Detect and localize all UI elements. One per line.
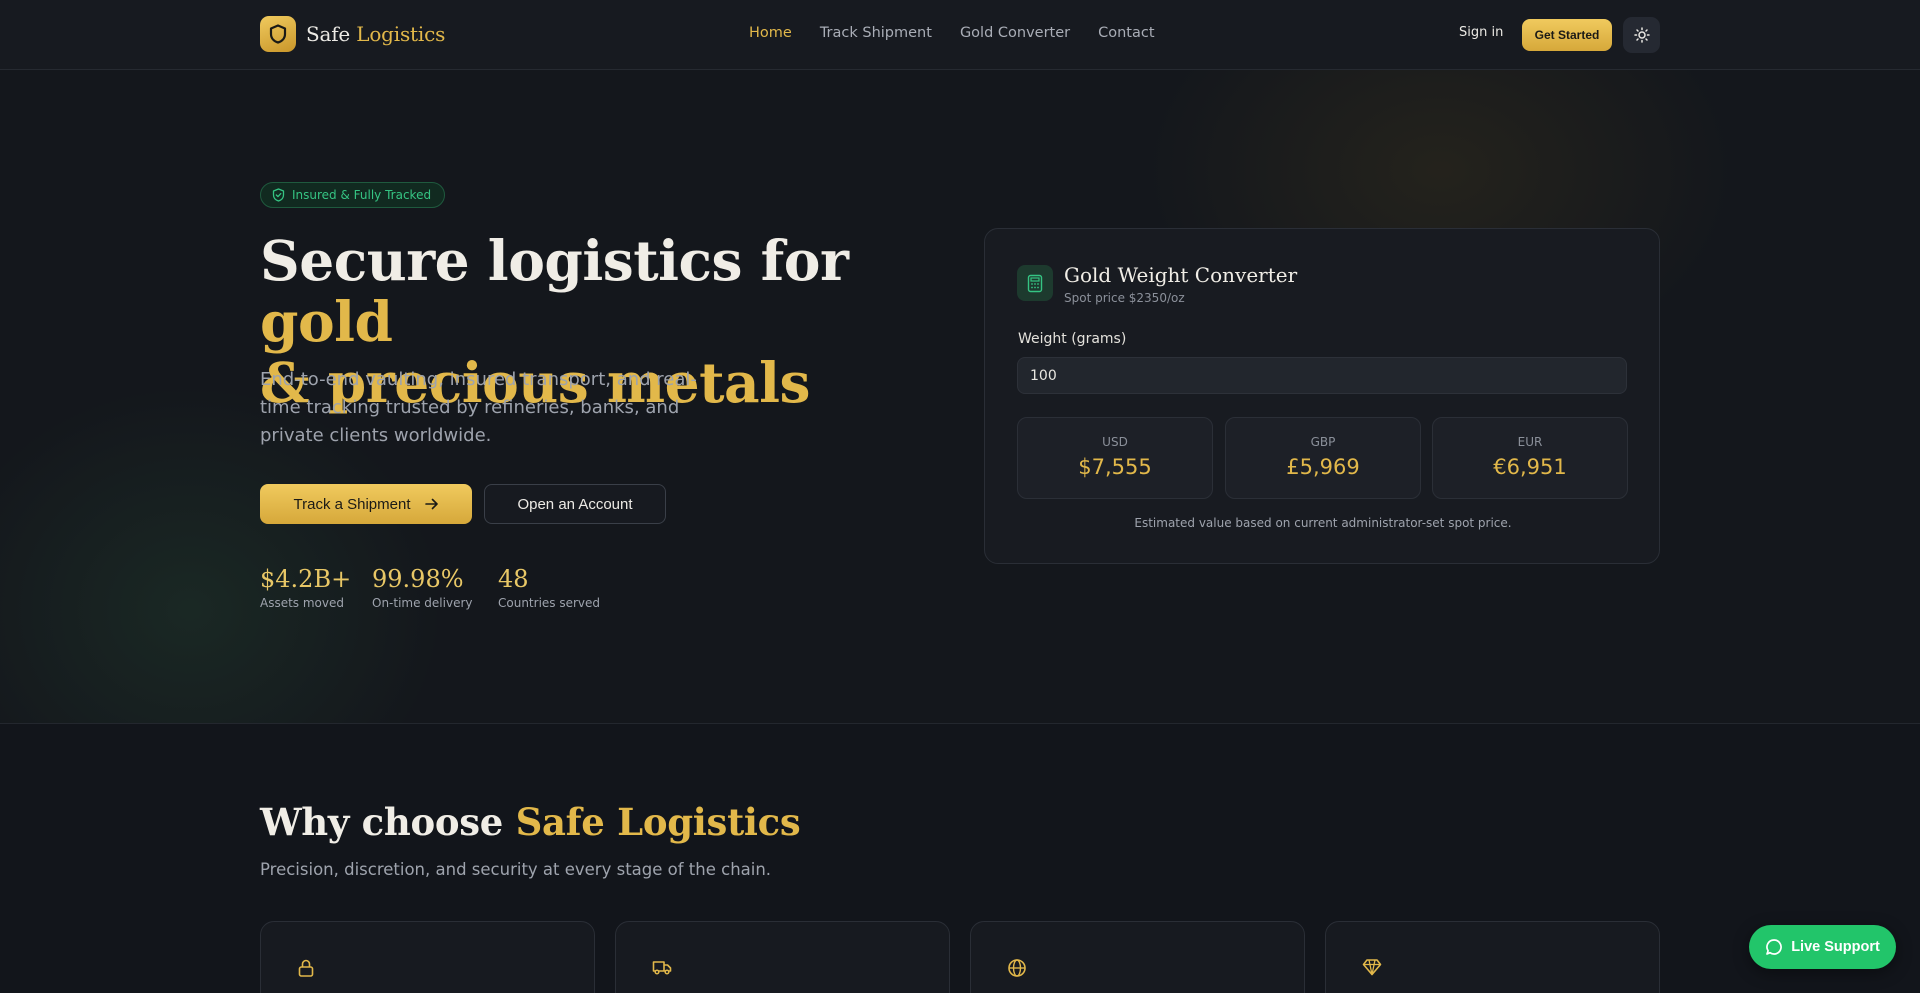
weight-label: Weight (grams) — [1018, 331, 1127, 347]
globe-icon — [1008, 959, 1026, 977]
currency-gbp: GBP £5,969 — [1225, 417, 1421, 499]
currency-value: €6,951 — [1493, 455, 1567, 479]
currency-code: USD — [1102, 435, 1128, 449]
brand-name: Safe Logistics — [306, 22, 445, 46]
insured-badge: Insured & Fully Tracked — [260, 182, 446, 208]
top-navbar: Safe Logistics Home Track Shipment Gold … — [0, 0, 1920, 70]
hero-subtitle: End-to-end vaulting, insured transport, … — [260, 369, 697, 446]
feature-card-global — [970, 921, 1305, 993]
nav-gold-converter[interactable]: Gold Converter — [960, 25, 1070, 41]
calculator-icon — [1017, 265, 1053, 301]
why-title-white: Why choose — [260, 800, 516, 844]
chat-bubble-icon — [1766, 939, 1783, 955]
gold-converter-card: Gold Weight Converter Spot price $2350/o… — [984, 228, 1660, 564]
sun-icon — [1633, 27, 1650, 43]
arrow-right-icon — [424, 498, 438, 510]
theme-toggle-button[interactable] — [1623, 17, 1660, 53]
shield-check-icon — [272, 188, 285, 202]
stat-label: Countries served — [498, 596, 601, 610]
currency-value: $7,555 — [1078, 455, 1152, 479]
why-subtitle: Precision, discretion, and security at e… — [260, 860, 772, 879]
stat-label: On-time delivery — [372, 596, 473, 610]
nav-track-shipment[interactable]: Track Shipment — [820, 25, 932, 41]
hero-section: Insured & Fully Tracked Secure logistics… — [0, 70, 1920, 724]
badge-label: Insured & Fully Tracked — [292, 188, 432, 202]
nav-home[interactable]: Home — [749, 25, 792, 41]
feature-card-transport — [615, 921, 950, 993]
brand-name-first: Safe — [306, 22, 351, 46]
stat-value: 99.98% — [372, 565, 464, 593]
brand-name-second: Logistics — [356, 22, 446, 46]
truck-icon — [652, 961, 672, 975]
stat-delivery: 99.98% On-time delivery — [372, 564, 473, 610]
weight-input[interactable] — [1017, 357, 1627, 394]
stat-value: $4.2B+ — [260, 565, 352, 593]
live-support-label: Live Support — [1791, 939, 1880, 955]
hero-title-white: Secure logistics for — [260, 228, 849, 293]
converter-footnote: Estimated value based on current adminis… — [1134, 516, 1512, 530]
hero-title-gold-1: gold — [260, 289, 393, 354]
shield-icon — [260, 16, 296, 52]
currency-value: £5,969 — [1286, 455, 1360, 479]
feature-card-security — [260, 921, 595, 993]
converter-title: Gold Weight Converter — [1064, 263, 1298, 287]
spot-price: Spot price $2350/oz — [1064, 291, 1185, 305]
track-shipment-label: Track a Shipment — [293, 495, 411, 513]
currency-usd: USD $7,555 — [1017, 417, 1213, 499]
feature-card-precious — [1325, 921, 1660, 993]
main-nav: Home Track Shipment Gold Converter Conta… — [749, 25, 1155, 41]
open-account-button[interactable]: Open an Account — [484, 484, 666, 524]
gem-icon — [1362, 959, 1382, 976]
currency-code: GBP — [1310, 435, 1336, 449]
nav-contact[interactable]: Contact — [1098, 25, 1154, 41]
brand-logo[interactable]: Safe Logistics — [260, 16, 445, 52]
currency-code: EUR — [1517, 435, 1543, 449]
why-title-gold: Safe Logistics — [515, 800, 801, 844]
track-shipment-button[interactable]: Track a Shipment — [260, 484, 472, 524]
sign-in-link[interactable]: Sign in — [1459, 25, 1503, 40]
stat-label: Assets moved — [260, 596, 344, 610]
stat-value: 48 — [498, 565, 529, 593]
stat-assets: $4.2B+ Assets moved — [260, 564, 351, 610]
stat-countries: 48 Countries served — [498, 564, 600, 610]
live-support-button[interactable]: Live Support — [1749, 925, 1896, 969]
why-title: Why choose Safe Logistics — [260, 800, 801, 844]
lock-icon — [298, 959, 314, 977]
currency-eur: EUR €6,951 — [1432, 417, 1628, 499]
get-started-button[interactable]: Get Started — [1522, 19, 1612, 51]
